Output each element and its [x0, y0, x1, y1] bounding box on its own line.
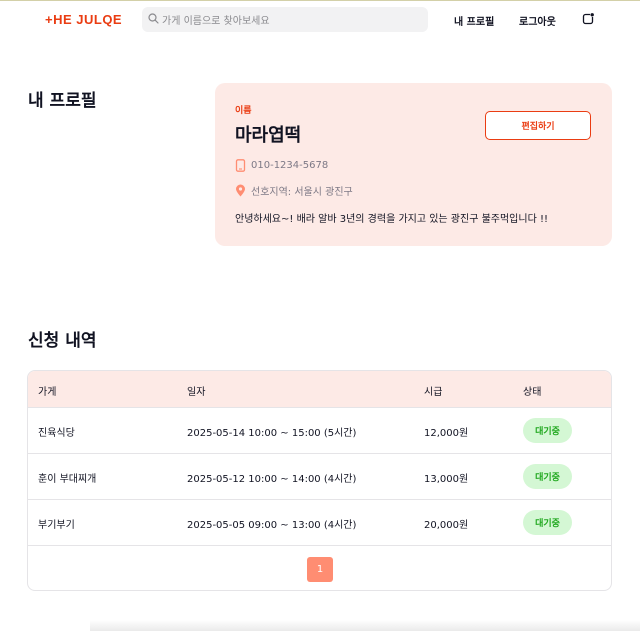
cell-wage: 20,000원: [424, 520, 469, 531]
column-header-status: 상태: [523, 387, 542, 398]
column-header-store: 가게: [38, 387, 57, 398]
bottom-shadow: [90, 620, 640, 631]
profile-card: 이름 마라엽떡 편집하기 010-1234-5678 선호지역: 서울시 광진구…: [215, 83, 612, 246]
table-row[interactable]: 진육식당 2025-05-14 10:00 ~ 15:00 (5시간) 12,0…: [28, 407, 611, 453]
phone-row: 010-1234-5678: [235, 159, 328, 172]
profile-section-title: 내 프로필: [28, 91, 97, 111]
page-button-1[interactable]: 1: [307, 557, 333, 582]
cell-store: 부기부기: [38, 520, 75, 531]
applications-table: 가게 일자 시급 상태 진육식당 2025-05-14 10:00 ~ 15:0…: [27, 370, 612, 591]
cell-wage: 12,000원: [424, 428, 469, 439]
column-header-date: 일자: [187, 387, 206, 398]
table-row[interactable]: 훈이 부대찌개 2025-05-12 10:00 ~ 14:00 (4시간) 1…: [28, 453, 611, 499]
search-placeholder: 가게 이름으로 찾아보세요: [162, 16, 270, 27]
name-label: 이름: [235, 106, 252, 116]
table-header: 가게 일자 시급 상태: [28, 371, 611, 407]
logo[interactable]: +HE JULQE: [45, 12, 122, 27]
edit-profile-button[interactable]: 편집하기: [485, 111, 591, 140]
site-header: +HE JULQE 가게 이름으로 찾아보세요 내 프로필 로그아웃: [0, 1, 640, 38]
cell-date: 2025-05-05 09:00 ~ 13:00 (4시간): [187, 520, 357, 531]
profile-bio: 안녕하세요~! 배라 알바 3년의 경력을 가지고 있는 광진구 불주먹입니다 …: [235, 214, 548, 225]
nav-logout[interactable]: 로그아웃: [519, 13, 556, 28]
table-row[interactable]: 부기부기 2025-05-05 09:00 ~ 13:00 (4시간) 20,0…: [28, 499, 611, 545]
search-icon: [148, 13, 159, 24]
cell-date: 2025-05-12 10:00 ~ 14:00 (4시간): [187, 474, 357, 485]
cell-store: 진육식당: [38, 428, 75, 439]
status-badge: 대기중: [523, 464, 572, 489]
profile-name: 마라엽떡: [235, 125, 302, 146]
column-header-wage: 시급: [424, 387, 443, 398]
notification-icon[interactable]: [582, 12, 595, 25]
phone-icon: [235, 159, 246, 172]
cell-store: 훈이 부대찌개: [38, 474, 97, 485]
preferred-area: 선호지역: 서울시 광진구: [251, 187, 353, 198]
status-badge: 대기중: [523, 418, 572, 443]
cell-wage: 13,000원: [424, 474, 469, 485]
status-badge: 대기중: [523, 510, 572, 535]
pagination: 1: [28, 545, 611, 590]
nav-my-profile[interactable]: 내 프로필: [454, 13, 494, 28]
area-row: 선호지역: 서울시 광진구: [235, 183, 353, 198]
search-input[interactable]: 가게 이름으로 찾아보세요: [142, 7, 428, 32]
applications-section-title: 신청 내역: [28, 331, 97, 351]
phone-number: 010-1234-5678: [251, 160, 329, 171]
cell-date: 2025-05-14 10:00 ~ 15:00 (5시간): [187, 428, 357, 439]
location-pin-icon: [236, 184, 245, 197]
